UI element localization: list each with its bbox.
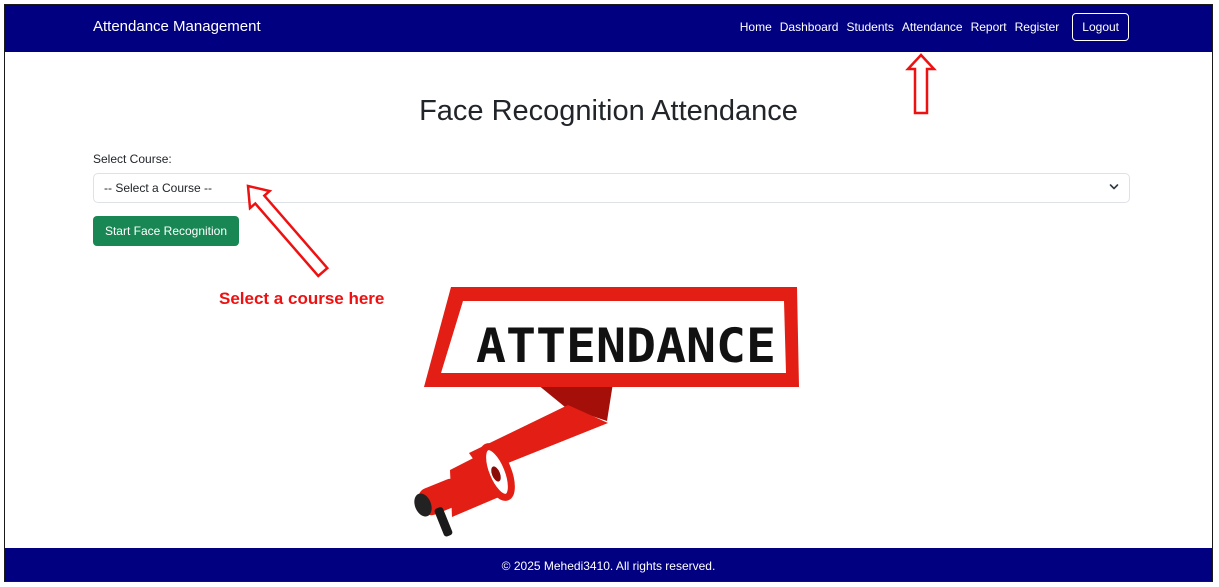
app-window: Attendance Management Home Dashboard Stu… (4, 4, 1213, 582)
footer: © 2025 Mehedi3410. All rights reserved. (5, 548, 1212, 581)
footer-copyright: © 2025 Mehedi3410. All rights reserved. (501, 559, 716, 573)
banner-text: ATTENDANCE (476, 319, 776, 374)
megaphone-icon (414, 443, 515, 537)
attendance-illustration: ATTENDANCE (414, 287, 799, 537)
